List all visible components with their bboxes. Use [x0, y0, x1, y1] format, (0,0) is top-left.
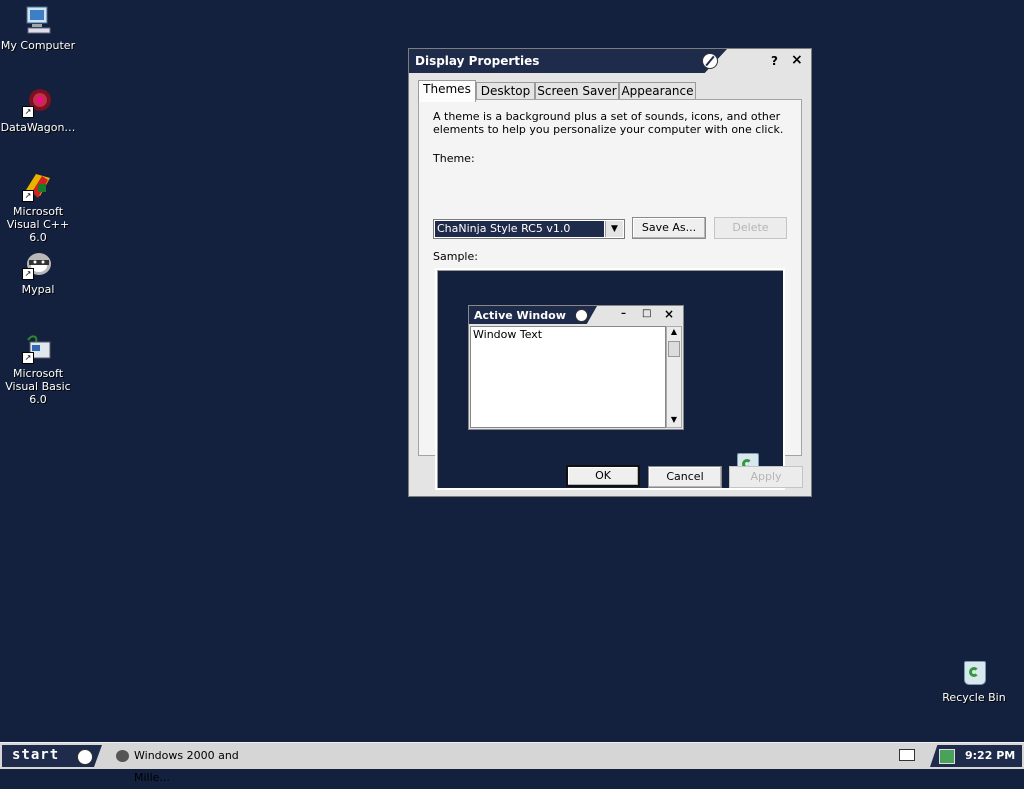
keyboard-icon[interactable]: [899, 749, 915, 761]
shortcut-arrow-icon: ↗: [22, 190, 34, 202]
taskbar-task-button[interactable]: Windows 2000 and Mille...: [112, 745, 262, 784]
system-menu-icon[interactable]: [702, 53, 718, 69]
chevron-down-icon[interactable]: ▼: [605, 221, 623, 237]
shortcut-arrow-icon: ↗: [22, 268, 34, 280]
sample-active-window: Active Window – □ × Window Text ▲ ▼: [468, 305, 684, 430]
desktop-icon-visual-cpp[interactable]: ↗ Microsoft Visual C++ 6.0: [0, 170, 78, 244]
theme-description: A theme is a background plus a set of so…: [433, 110, 784, 136]
apply-button[interactable]: Apply: [729, 466, 803, 488]
my-computer-icon: [22, 4, 54, 36]
visual-basic-icon: ↗: [22, 332, 54, 364]
desktop-icon-datawagon[interactable]: ↗ DataWagon…: [0, 86, 78, 134]
shortcut-arrow-icon: ↗: [22, 106, 34, 118]
sample-window-title: Active Window: [474, 309, 566, 322]
help-button[interactable]: ?: [771, 54, 778, 68]
sample-window-text: Window Text: [470, 326, 666, 428]
visual-cpp-icon: ↗: [22, 170, 54, 202]
network-icon[interactable]: [939, 749, 955, 764]
themes-panel: A theme is a background plus a set of so…: [418, 99, 802, 490]
ok-button[interactable]: OK: [566, 465, 640, 487]
theme-select[interactable]: ChaNinja Style RC5 v1.0 ▼: [433, 219, 625, 239]
desktop-icon-my-computer[interactable]: My Computer: [0, 4, 78, 52]
tab-screen-saver[interactable]: Screen Saver: [535, 82, 619, 100]
mypal-icon: ↗: [22, 248, 54, 280]
tab-desktop[interactable]: Desktop: [476, 82, 535, 100]
theme-sample-preview: Active Window – □ × Window Text ▲ ▼: [435, 268, 785, 490]
tab-themes[interactable]: Themes: [418, 80, 476, 102]
cancel-button[interactable]: Cancel: [648, 466, 722, 488]
display-properties-dialog: Display Properties ? × Themes Desktop Sc…: [408, 48, 812, 497]
start-label: start: [12, 747, 60, 763]
desktop-icon-label: Microsoft Visual C++ 6.0: [6, 205, 70, 244]
sample-close-icon: ×: [664, 307, 675, 321]
save-as-button[interactable]: Save As...: [632, 217, 706, 239]
sample-minimize-icon: –: [621, 308, 626, 319]
taskbar-task-label: Windows 2000 and Mille...: [134, 749, 239, 784]
dialog-titlebar[interactable]: Display Properties ? ×: [409, 49, 811, 73]
clock[interactable]: 9:22 PM: [965, 749, 1015, 762]
datawagon-icon: ↗: [22, 86, 54, 118]
desktop-icon-label: Recycle Bin: [942, 691, 1006, 704]
desktop-icon-label: Microsoft Visual Basic 6.0: [5, 367, 71, 406]
desktop-icon-label: My Computer: [0, 39, 76, 52]
sample-scrollbar: ▲ ▼: [666, 326, 682, 428]
close-button[interactable]: ×: [791, 52, 803, 68]
start-logo-icon: [77, 749, 93, 765]
shortcut-arrow-icon: ↗: [22, 352, 34, 364]
desktop-icon-label: DataWagon…: [0, 121, 76, 134]
sample-system-menu-icon: [575, 309, 588, 322]
start-button[interactable]: start: [2, 745, 102, 767]
mypal-icon: [116, 750, 129, 762]
theme-label: Theme:: [433, 152, 475, 165]
sample-label: Sample:: [433, 250, 478, 263]
desktop-icon-recycle-bin[interactable]: Recycle Bin: [934, 656, 1014, 704]
theme-select-value: ChaNinja Style RC5 v1.0: [435, 221, 604, 237]
desktop-icon-label: Mypal: [21, 283, 55, 296]
tab-appearance[interactable]: Appearance: [619, 82, 696, 100]
recycle-bin-icon: [958, 656, 990, 688]
sample-maximize-icon: □: [642, 308, 652, 319]
dialog-title: Display Properties: [415, 54, 540, 68]
taskbar: start Windows 2000 and Mille... 9:22 PM: [0, 742, 1024, 784]
desktop-icon-visual-basic[interactable]: ↗ Microsoft Visual Basic 6.0: [0, 332, 78, 406]
system-tray: 9:22 PM: [930, 745, 1022, 767]
delete-button[interactable]: Delete: [714, 217, 787, 239]
desktop-icon-mypal[interactable]: ↗ Mypal: [0, 248, 78, 296]
